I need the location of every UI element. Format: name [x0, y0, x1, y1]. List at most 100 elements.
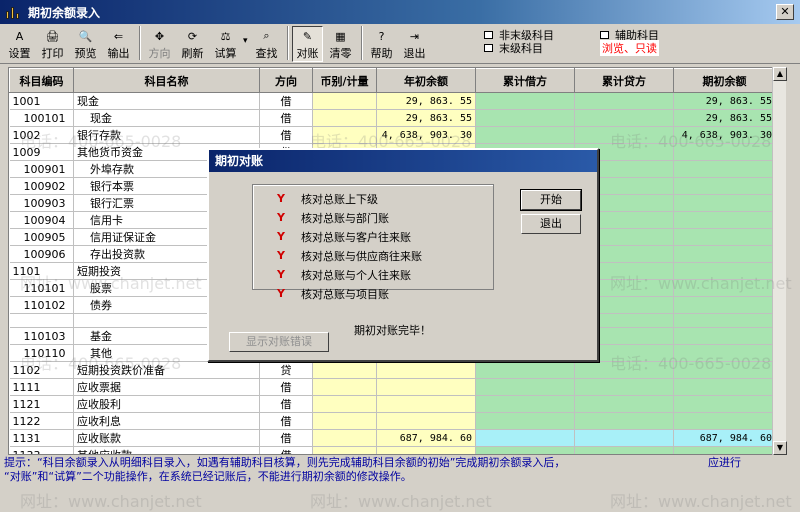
debit-total-cell[interactable] — [475, 126, 575, 144]
table-row[interactable]: 1111 应收票据借 — [9, 378, 776, 397]
column-header[interactable]: 科目编码 — [9, 68, 74, 93]
direction-cell[interactable]: 借 — [259, 395, 313, 414]
reconcile-button[interactable]: ✎ 对账 — [292, 26, 323, 62]
begin-balance-cell[interactable]: 4, 638, 903. 30 — [673, 126, 776, 144]
help-button[interactable]: ? 帮助 — [366, 26, 397, 62]
direction-cell[interactable]: 借 — [259, 126, 313, 144]
direction-cell[interactable]: 借 — [259, 109, 313, 127]
credit-total-cell[interactable] — [574, 429, 674, 448]
table-row[interactable]: 1133其他应收款借 — [9, 446, 776, 454]
account-name[interactable]: 银行存款 — [73, 126, 260, 144]
table-row[interactable]: 1001 现金借 29, 863. 55 29, 863. 55 — [9, 92, 776, 110]
debit-total-cell[interactable] — [475, 395, 575, 414]
currency-cell[interactable] — [312, 395, 377, 414]
credit-total-cell[interactable] — [574, 378, 674, 397]
opening-balance-cell[interactable]: 4, 638, 903. 30 — [376, 126, 476, 144]
credit-total-cell[interactable] — [574, 126, 674, 144]
begin-balance-cell[interactable] — [673, 245, 776, 263]
account-name[interactable]: 应收股利 — [73, 395, 260, 414]
print-button[interactable]: 🖨 打印 — [37, 26, 68, 62]
begin-balance-cell[interactable] — [673, 361, 776, 380]
credit-total-cell[interactable] — [574, 395, 674, 414]
account-code[interactable]: 1002 — [9, 126, 74, 144]
account-name[interactable]: 现金 — [73, 92, 260, 110]
begin-balance-cell[interactable] — [673, 313, 776, 329]
opening-balance-cell[interactable] — [376, 412, 476, 431]
table-row[interactable]: 1122 应收利息借 — [9, 412, 776, 431]
debit-total-cell[interactable] — [475, 109, 575, 127]
trial-dropdown-icon[interactable]: ▾ — [243, 26, 251, 46]
export-button[interactable]: ⇐ 输出 — [103, 26, 134, 62]
scroll-up-icon[interactable]: ▲ — [773, 67, 787, 81]
debit-total-cell[interactable] — [475, 412, 575, 431]
begin-balance-cell[interactable] — [673, 160, 776, 178]
opening-balance-cell[interactable]: 29, 863. 55 — [376, 109, 476, 127]
direction-button[interactable]: ✥ 方向 — [144, 26, 175, 62]
account-code[interactable]: 1101 — [9, 262, 74, 280]
account-code[interactable]: 100902 — [9, 177, 74, 195]
credit-total-cell[interactable] — [574, 446, 674, 454]
table-row[interactable]: 1102 短期投资跌价准备贷 — [9, 361, 776, 380]
account-code[interactable]: 1133 — [9, 446, 74, 454]
direction-cell[interactable]: 借 — [259, 412, 313, 431]
direction-cell[interactable]: 借 — [259, 378, 313, 397]
account-code[interactable]: 1111 — [9, 378, 74, 397]
begin-balance-cell[interactable] — [673, 177, 776, 195]
begin-balance-cell[interactable] — [673, 327, 776, 346]
account-code[interactable]: 1009 — [9, 143, 74, 161]
account-name[interactable]: 应收账款 — [73, 429, 260, 448]
account-code[interactable]: 100101 — [9, 109, 74, 127]
column-header[interactable]: 期初余额 — [673, 68, 776, 93]
exit-button[interactable]: ⇥ 退出 — [399, 26, 430, 62]
preview-button[interactable]: 🔍 预览 — [70, 26, 101, 62]
debit-total-cell[interactable] — [475, 378, 575, 397]
account-code[interactable]: 110103 — [9, 327, 74, 346]
begin-balance-cell[interactable] — [673, 143, 776, 161]
begin-balance-cell[interactable] — [673, 262, 776, 280]
show-errors-button[interactable]: 显示对账错误 — [229, 332, 329, 352]
opening-balance-cell[interactable] — [376, 446, 476, 454]
column-header[interactable]: 年初余额 — [376, 68, 476, 93]
vertical-scrollbar[interactable]: ▲ ▼ — [772, 67, 787, 455]
table-row[interactable]: 100101 现金借 29, 863. 55 29, 863. 55 — [9, 109, 776, 127]
credit-total-cell[interactable] — [574, 109, 674, 127]
begin-balance-cell[interactable] — [673, 344, 776, 363]
begin-balance-cell[interactable] — [673, 279, 776, 297]
table-row[interactable]: 1121 应收股利借 — [9, 395, 776, 414]
currency-cell[interactable] — [312, 126, 377, 144]
scroll-down-icon[interactable]: ▼ — [773, 441, 787, 455]
begin-balance-cell[interactable] — [673, 446, 776, 454]
direction-cell[interactable]: 借 — [259, 92, 313, 110]
begin-balance-cell[interactable]: 29, 863. 55 — [673, 92, 776, 110]
column-header[interactable]: 科目名称 — [73, 68, 260, 93]
account-code[interactable]: 110110 — [9, 344, 74, 363]
debit-total-cell[interactable] — [475, 361, 575, 380]
account-code[interactable]: 1131 — [9, 429, 74, 448]
begin-balance-cell[interactable] — [673, 194, 776, 212]
account-code[interactable]: 100904 — [9, 211, 74, 229]
close-button[interactable]: ✕ — [776, 4, 794, 20]
credit-total-cell[interactable] — [574, 412, 674, 431]
currency-cell[interactable] — [312, 446, 377, 454]
account-code[interactable]: 1102 — [9, 361, 74, 380]
opening-balance-cell[interactable] — [376, 361, 476, 380]
account-code[interactable]: 1121 — [9, 395, 74, 414]
refresh-button[interactable]: ⟳ 刷新 — [177, 26, 208, 62]
debit-total-cell[interactable] — [475, 92, 575, 110]
account-code[interactable]: 100903 — [9, 194, 74, 212]
currency-cell[interactable] — [312, 378, 377, 397]
opening-balance-cell[interactable] — [376, 395, 476, 414]
trial-button[interactable]: ⚖ 试算 — [210, 26, 241, 62]
account-code[interactable]: 1001 — [9, 92, 74, 110]
clear-button[interactable]: ▦ 清零 — [325, 26, 356, 62]
begin-balance-cell[interactable] — [673, 296, 776, 314]
account-name[interactable]: 应收票据 — [73, 378, 260, 397]
account-code[interactable]: 110102 — [9, 296, 74, 314]
settings-button[interactable]: A 设置 — [4, 26, 35, 62]
account-name[interactable]: 其他应收款 — [73, 446, 260, 454]
account-name[interactable]: 短期投资跌价准备 — [73, 361, 260, 380]
table-row[interactable]: 1002 银行存款借 4, 638, 903. 30 4, 638, 903. 30 — [9, 126, 776, 144]
direction-cell[interactable]: 贷 — [259, 361, 313, 380]
currency-cell[interactable] — [312, 109, 377, 127]
account-code[interactable]: 100905 — [9, 228, 74, 246]
